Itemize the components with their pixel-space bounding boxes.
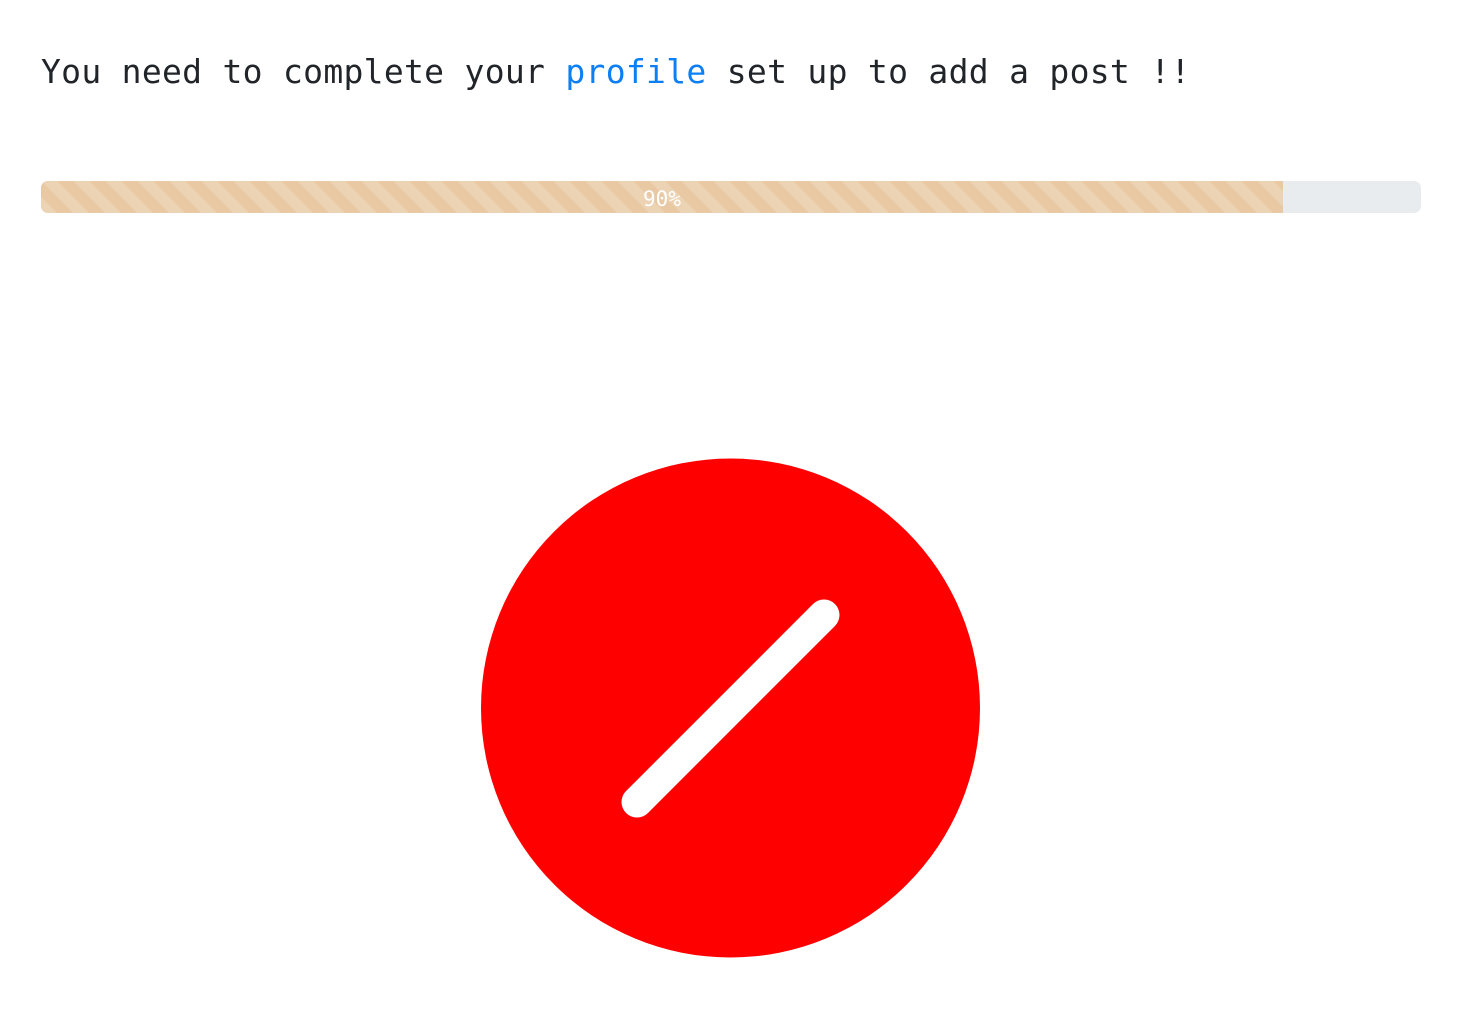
progress-label: 90% [643, 186, 681, 211]
profile-completion-progress: 90% [41, 181, 1421, 213]
message-text-after: set up to add a post !! [726, 52, 1191, 91]
progress-bar-fill: 90% [41, 181, 1283, 213]
profile-link[interactable]: profile [565, 52, 706, 91]
profile-incomplete-message: You need to complete your profile set up… [41, 52, 1191, 91]
message-text-before: You need to complete your [41, 52, 546, 91]
blocked-icon [481, 458, 980, 958]
